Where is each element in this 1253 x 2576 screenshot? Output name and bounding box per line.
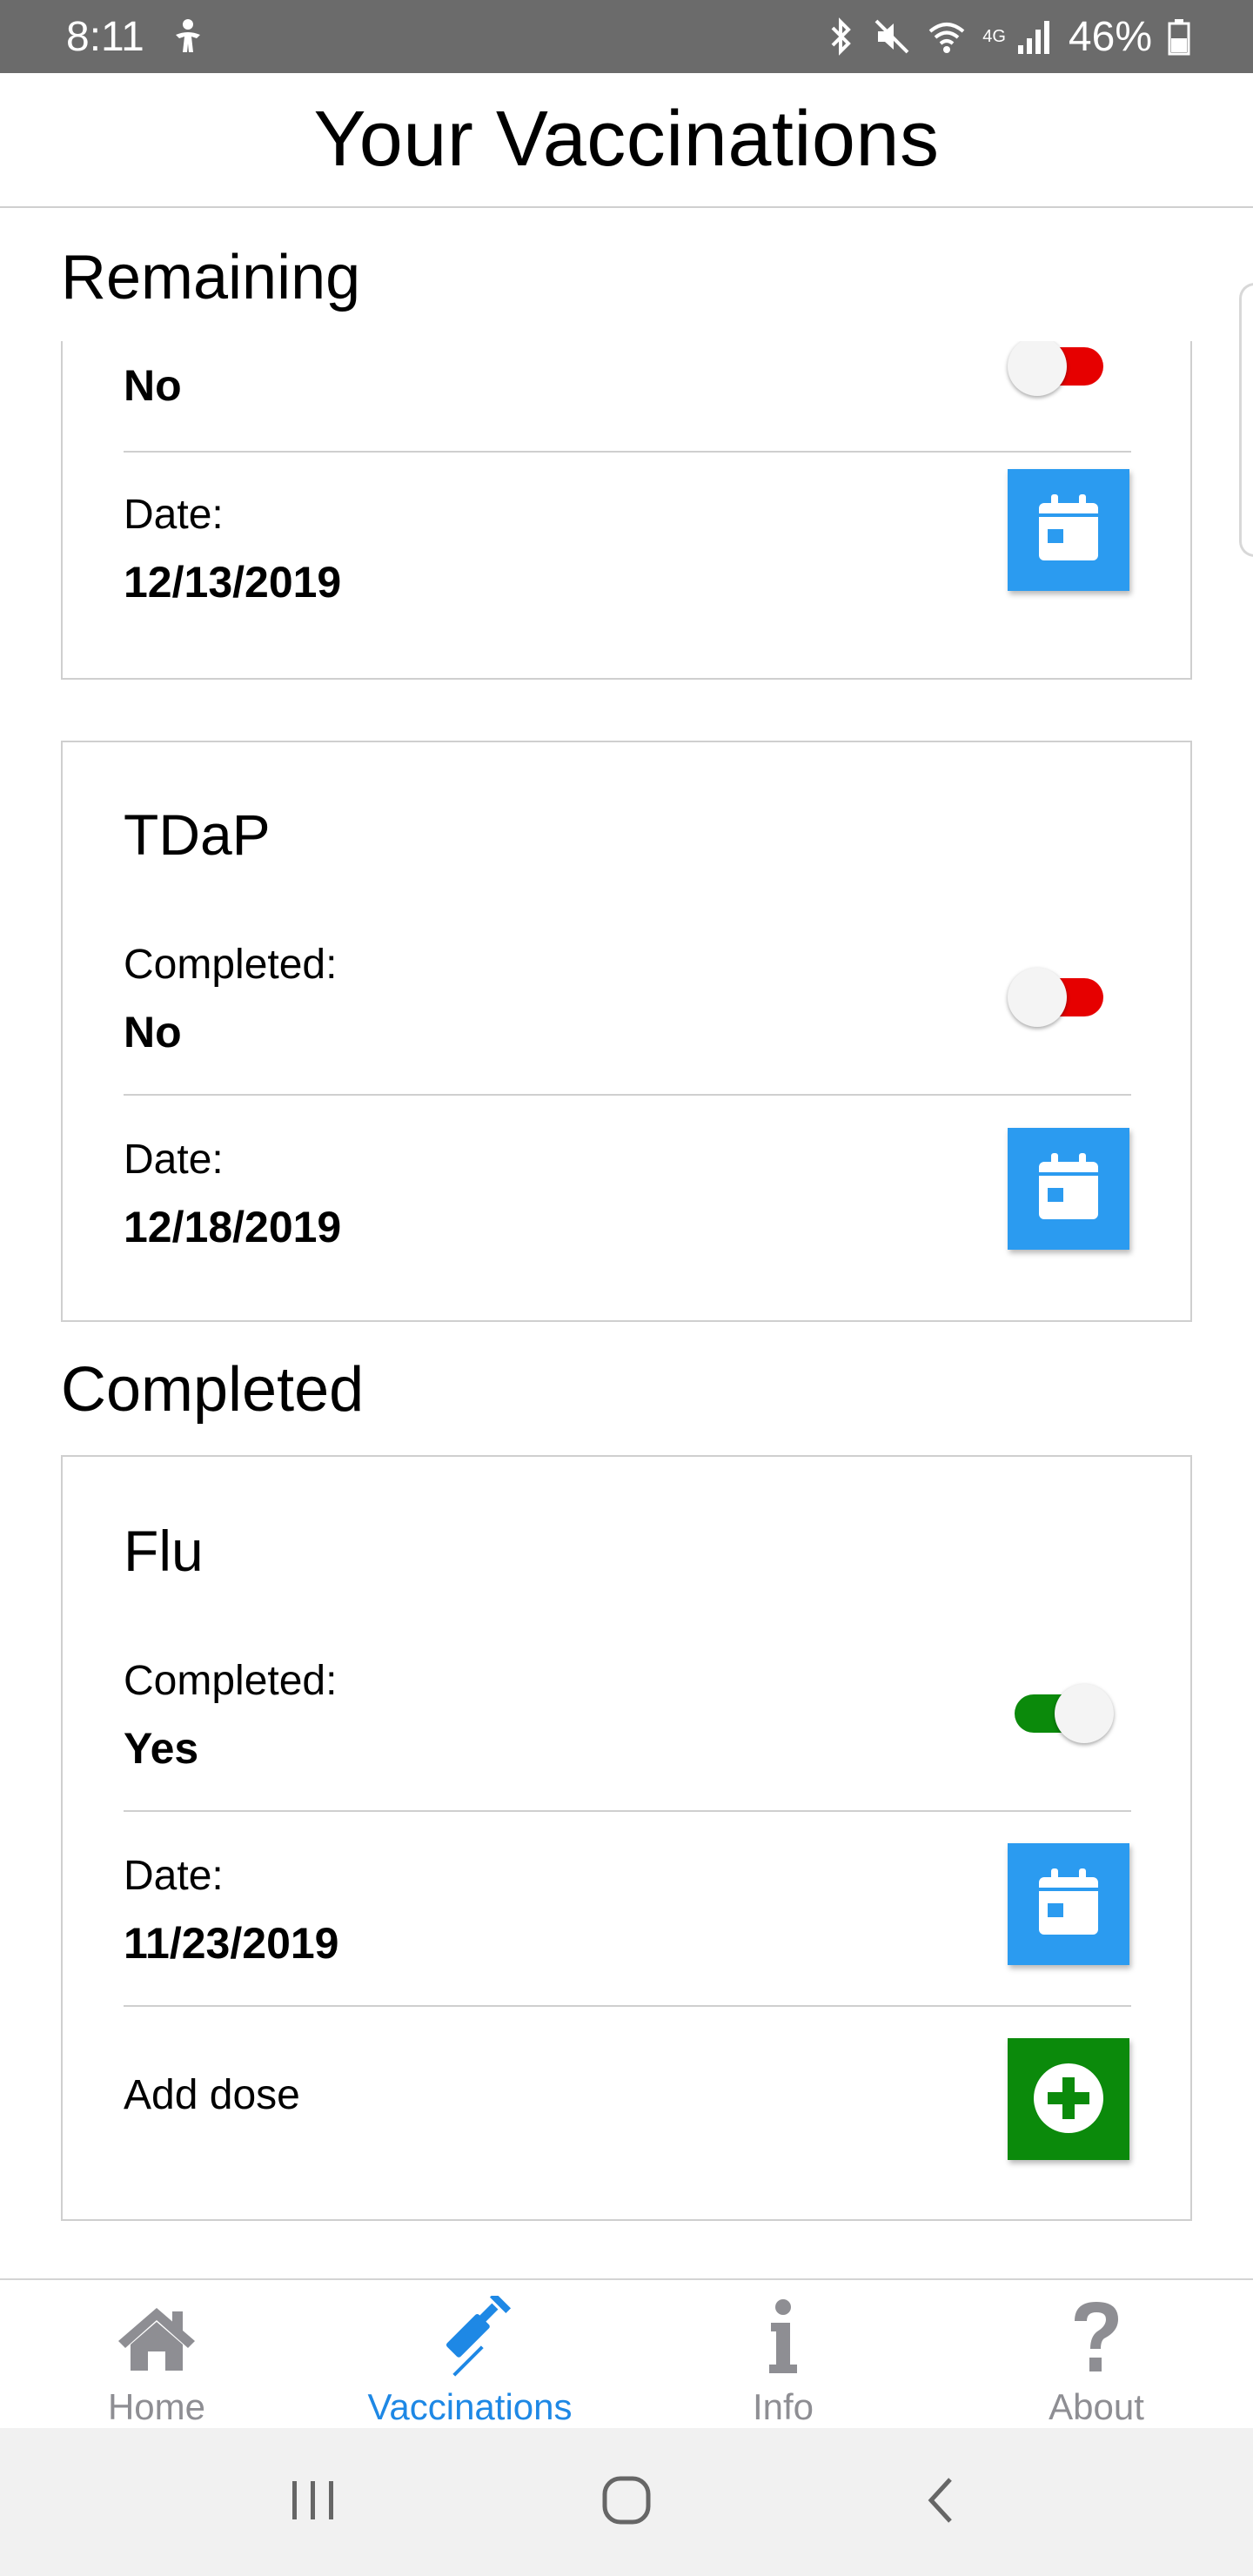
status-right: 4G 46% (826, 13, 1190, 61)
date-value: 11/23/2019 (124, 1919, 339, 1968)
mute-icon (873, 17, 911, 56)
completed-toggle[interactable] (1008, 341, 1110, 396)
completed-value: No (124, 1008, 182, 1057)
divider (124, 1810, 1131, 1812)
tab-about[interactable]: About (940, 2280, 1253, 2428)
recent-apps-icon (287, 2476, 339, 2529)
toggle-knob (1055, 1684, 1114, 1743)
date-label: Date: (124, 1137, 224, 1183)
add-dose-label: Add dose (124, 2072, 300, 2118)
signal-icon (1016, 17, 1053, 56)
pick-date-button[interactable] (1008, 1843, 1129, 1965)
completed-toggle[interactable] (1008, 968, 1110, 1027)
app-screen: 8:11 4G 46% Your Vaccinations Remaining … (0, 0, 1253, 2576)
vaccine-card: No Date: 12/13/2019 (61, 341, 1192, 680)
tab-label: About (1049, 2386, 1144, 2427)
status-left: 8:11 (66, 13, 205, 61)
home-circle-icon (600, 2474, 653, 2531)
status-time: 8:11 (66, 13, 144, 60)
vaccine-name: TDaP (124, 802, 271, 867)
plus-circle-icon (1032, 2062, 1105, 2137)
divider (124, 1094, 1131, 1096)
back-chevron-icon (922, 2474, 957, 2531)
remaining-section-title: Remaining (61, 243, 361, 312)
divider (124, 451, 1131, 453)
page-header: Your Vaccinations (0, 73, 1253, 208)
date-label: Date: (124, 492, 224, 538)
divider (124, 2005, 1131, 2007)
completed-label: Completed: (124, 942, 338, 988)
vaccine-card: Flu Completed: Yes Date: 11/23/2019 Add … (61, 1455, 1192, 2221)
system-nav-bar (0, 2428, 1253, 2576)
syringe-icon (428, 2294, 512, 2381)
calendar-icon (1035, 1868, 1102, 1941)
accessibility-icon (171, 17, 205, 56)
pick-date-button[interactable] (1008, 1128, 1129, 1250)
question-icon (1069, 2294, 1123, 2381)
completed-toggle[interactable] (1008, 1684, 1114, 1743)
date-value: 12/18/2019 (124, 1203, 342, 1251)
scroll-viewport: No Date: 12/13/2019 (0, 341, 1253, 681)
tab-home[interactable]: Home (0, 2280, 313, 2428)
recent-apps-button[interactable] (261, 2450, 365, 2554)
tab-label: Vaccinations (367, 2386, 573, 2427)
bottom-tab-bar: Home Vaccinations Info About (0, 2278, 1253, 2428)
toggle-knob (1008, 341, 1067, 396)
completed-section-title: Completed (61, 1355, 365, 1425)
network-type: 4G (982, 26, 1006, 46)
date-label: Date: (124, 1853, 224, 1899)
tab-label: Info (752, 2386, 814, 2427)
status-bar: 8:11 4G 46% (0, 0, 1253, 73)
vaccine-name: Flu (124, 1519, 204, 1583)
battery-icon (1168, 17, 1190, 56)
completed-label: Completed: (124, 1658, 338, 1704)
home-icon (115, 2294, 198, 2381)
calendar-icon (1035, 1152, 1102, 1225)
date-value: 12/13/2019 (124, 558, 342, 607)
back-button[interactable] (888, 2450, 992, 2554)
info-icon (766, 2294, 801, 2381)
completed-value: No (124, 361, 182, 410)
battery-percent: 46% (1068, 13, 1152, 60)
tab-info[interactable]: Info (626, 2280, 940, 2428)
wifi-icon (927, 17, 967, 56)
completed-value: Yes (124, 1724, 199, 1773)
vaccine-card: TDaP Completed: No Date: 12/18/2019 (61, 741, 1192, 1322)
bluetooth-icon (826, 17, 857, 56)
calendar-icon (1035, 493, 1102, 567)
page-title: Your Vaccinations (313, 96, 940, 183)
pick-date-button[interactable] (1008, 469, 1129, 591)
tab-vaccinations[interactable]: Vaccinations (313, 2280, 626, 2428)
home-button[interactable] (574, 2450, 679, 2554)
add-dose-button[interactable] (1008, 2038, 1129, 2160)
toggle-knob (1008, 968, 1067, 1027)
tab-label: Home (107, 2386, 206, 2427)
